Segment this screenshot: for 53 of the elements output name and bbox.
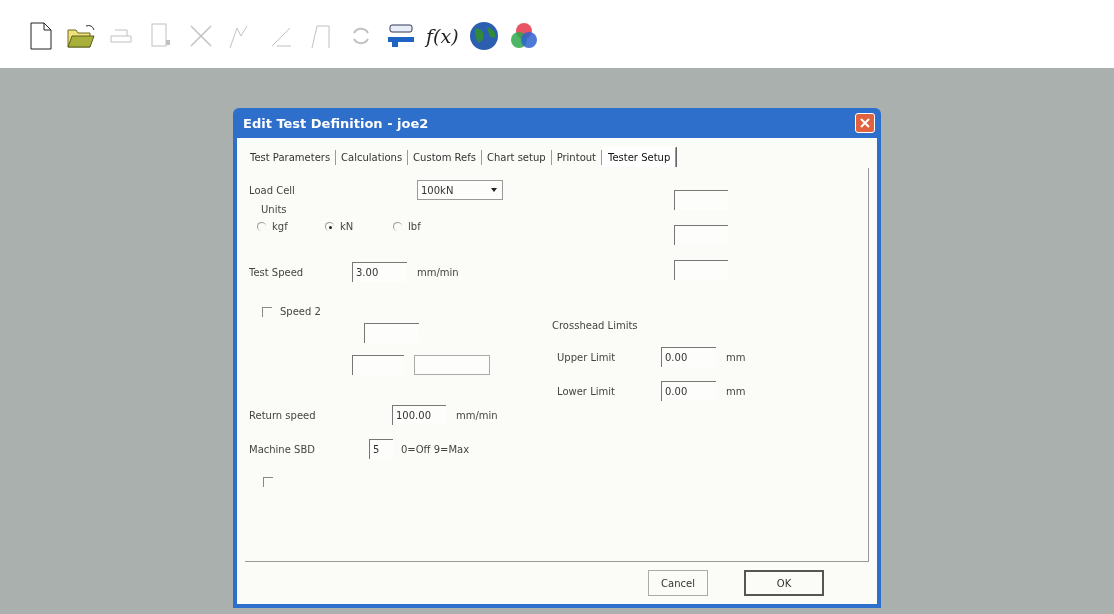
checkbox[interactable] — [263, 477, 273, 487]
color-circles-icon — [508, 21, 539, 51]
field-label: Return speed — [249, 409, 317, 421]
open-folder-icon — [66, 23, 96, 49]
input-field[interactable]: 3.00 — [352, 262, 407, 282]
ok-button[interactable]: OK — [744, 570, 824, 596]
input-field[interactable]: 0.00 — [661, 381, 716, 401]
input-field[interactable] — [364, 323, 419, 343]
input-field[interactable] — [674, 260, 728, 280]
input-field[interactable] — [674, 225, 728, 245]
column-icon — [309, 23, 333, 49]
tab[interactable]: Test Parameters — [245, 149, 337, 165]
unit-label: mm/min — [456, 409, 498, 421]
tab[interactable]: Chart setup — [482, 149, 552, 165]
unit-radio[interactable]: lbf — [393, 221, 461, 232]
input-field[interactable]: 5 — [369, 439, 393, 459]
toolbar-button[interactable] — [468, 21, 499, 51]
unit-label: mm/min — [417, 266, 459, 278]
unit-radio[interactable]: kgf — [257, 221, 325, 232]
input-field[interactable] — [674, 190, 728, 210]
field-label: Load Cell — [249, 184, 296, 196]
checkbox[interactable] — [262, 306, 272, 317]
unit-label: mm — [726, 385, 746, 397]
field-label: Lower Limit — [557, 385, 616, 397]
input-field[interactable]: 100.00 — [392, 405, 446, 425]
tab[interactable]: Custom Refs — [408, 149, 482, 165]
globe-icon — [468, 21, 499, 51]
field-label: Machine SBD — [249, 443, 316, 455]
tab[interactable]: Calculations — [336, 149, 409, 165]
input-field[interactable]: 0.00 — [661, 347, 716, 367]
tab[interactable]: Tester Setup — [602, 147, 677, 167]
document-icon — [150, 22, 172, 50]
close-icon — [860, 118, 870, 128]
input-field[interactable] — [352, 355, 404, 375]
hint-text: 0=Off 9=Max — [401, 443, 470, 455]
dialog-title: Edit Test Definition - joe2 — [243, 115, 429, 131]
unit-label: mm — [726, 351, 746, 363]
wrench-icon — [386, 23, 416, 49]
new-document-icon — [30, 22, 52, 50]
field-label: Upper Limit — [557, 351, 617, 363]
toolbar-button[interactable] — [508, 21, 539, 51]
checkbox-label: Speed 2 — [280, 306, 321, 317]
cancel-button[interactable]: Cancel — [648, 570, 708, 596]
load-cell-dropdown[interactable]: 100kN — [417, 180, 503, 200]
group-label: Crosshead Limits — [552, 320, 638, 331]
function-button[interactable]: f(x) — [426, 21, 459, 51]
cross-icon — [188, 23, 214, 49]
field-label: Test Speed — [249, 266, 305, 278]
printer-icon — [109, 26, 133, 46]
group-label: Units — [261, 204, 287, 215]
close-button[interactable] — [855, 113, 875, 133]
unit-radio[interactable]: kN — [325, 221, 393, 232]
dropdown-field[interactable] — [414, 355, 490, 375]
